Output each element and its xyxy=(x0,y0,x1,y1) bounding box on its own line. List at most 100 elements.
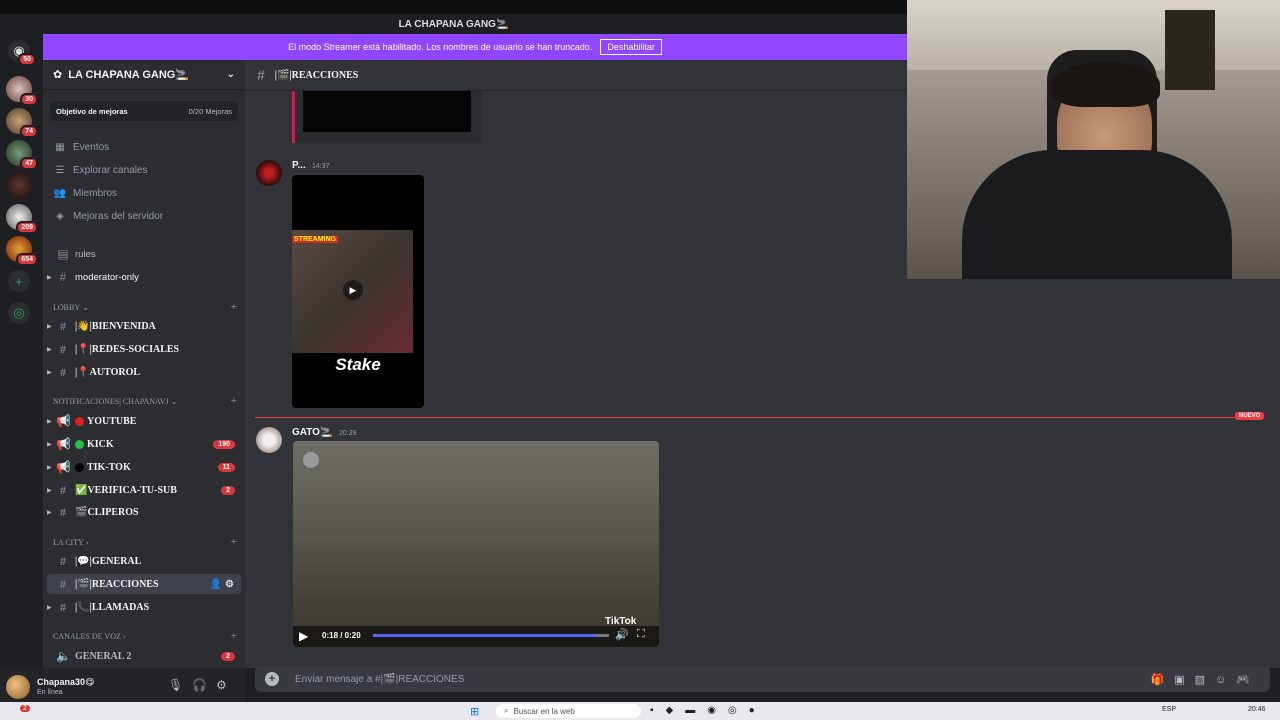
message-composer[interactable]: + Enviar mensaje a #|🎬|REACCIONES 🎁▣▧☺🎮 xyxy=(255,666,1270,692)
boost-label: Objetivo de mejoras xyxy=(56,106,128,116)
webcam-overlay xyxy=(907,0,1280,279)
message-time: 20:39 xyxy=(339,430,357,437)
mention-badge: 190 xyxy=(213,439,235,449)
explore-compass-icon[interactable]: ◎ xyxy=(8,302,30,324)
channel-label: 🎬CLIPEROS xyxy=(75,506,139,518)
channel-label: moderator-only xyxy=(75,271,139,283)
channel-label: TIK-TOK xyxy=(87,461,131,473)
language-indicator[interactable]: ESP xyxy=(1162,706,1176,713)
category-label: NOTIFICACIONES| CHAPANAVJ xyxy=(53,396,169,406)
hash-icon: # xyxy=(60,576,66,591)
gear-icon[interactable]: ⚙ xyxy=(216,678,227,692)
calendar-icon: ▦ xyxy=(55,141,65,153)
hash-icon: # xyxy=(60,482,66,497)
server-icon-1[interactable]: 30 xyxy=(6,76,38,106)
red-circle-icon xyxy=(75,416,84,426)
taskbar-app-icons[interactable]: ▪◆▬◉◎● xyxy=(650,705,767,716)
avatar[interactable] xyxy=(6,675,30,699)
channel-general[interactable]: # |💬|GENERAL xyxy=(47,551,241,571)
video-brand: Stake xyxy=(335,355,381,374)
add-channel-icon[interactable]: + xyxy=(231,536,237,548)
streamer-mode-text: El modo Streamer está habilitado. Los no… xyxy=(288,42,593,52)
window-title-text: LA CHAPANA GANG🚬 xyxy=(398,18,509,30)
hash-icon: # xyxy=(60,364,66,379)
video-progress-bar[interactable] xyxy=(373,634,609,637)
category-la-city[interactable]: LA CITY › + xyxy=(53,535,237,549)
message-author[interactable]: P... xyxy=(292,160,306,171)
composer-placeholder: Enviar mensaje a #|🎬|REACCIONES xyxy=(295,673,465,685)
mention-badge: 2 xyxy=(221,651,235,661)
menu-explore[interactable]: ☰ Explorar canales xyxy=(53,160,239,180)
channel-verifica-tu-sub[interactable]: ▶ # ✅VERIFICA-TU-SUB 2 xyxy=(47,480,241,500)
category-notificaciones[interactable]: NOTIFICACIONES| CHAPANAVJ ⌄ + xyxy=(53,394,237,408)
window-title: LA CHAPANA GANG🚬 xyxy=(0,14,907,34)
channel-settings-icons[interactable]: 👤⚙ xyxy=(210,579,237,590)
embed-video-thumb[interactable] xyxy=(303,91,471,132)
taskbar-clock[interactable]: 20:46 xyxy=(1248,706,1266,713)
server-icon-3[interactable]: 47 xyxy=(6,140,38,170)
taskbar-search[interactable]: ⌕ Buscar en la web xyxy=(496,704,641,718)
fullscreen-icon[interactable]: ⛶ xyxy=(637,628,645,641)
avatar[interactable] xyxy=(256,160,282,186)
add-attachment-icon[interactable]: + xyxy=(265,672,279,686)
server-icon-6[interactable]: 654 xyxy=(6,236,38,266)
volume-icon[interactable]: 🔊 xyxy=(615,628,629,641)
message-author[interactable]: GATO🚬 xyxy=(292,427,332,438)
menu-events[interactable]: ▦ Eventos xyxy=(53,137,239,157)
add-server-icon[interactable]: + xyxy=(8,270,30,292)
channel-label: |💬|GENERAL xyxy=(75,555,142,567)
channel-llamadas[interactable]: ▶ # |📞|LLAMADAS xyxy=(47,597,241,617)
category-lobby[interactable]: LOBBY ⌄ + xyxy=(53,300,237,314)
composer-tools-icons[interactable]: 🎁▣▧☺🎮 xyxy=(1151,673,1260,686)
channel-moderator-only[interactable]: ▶ # moderator-only xyxy=(47,267,241,287)
channel-kick[interactable]: ▶ 📢 KICK 190 xyxy=(47,434,241,454)
voice-channel-general-2[interactable]: 🔈 GENERAL 2 2 xyxy=(47,646,241,666)
speaker-icon: 🔈 xyxy=(56,648,71,663)
channel-youtube[interactable]: ▶ 📢 YOUTUBE xyxy=(47,411,241,431)
channel-bienvenida[interactable]: ▶ # |👋|BIENVENIDA xyxy=(47,316,241,336)
new-messages-divider xyxy=(255,417,1255,418)
add-channel-icon[interactable]: + xyxy=(231,395,237,407)
menu-boosts[interactable]: ◈ Mejoras del servidor xyxy=(53,206,239,226)
server-icon-4[interactable] xyxy=(6,172,32,198)
channel-redes-sociales[interactable]: ▶ # |📍|REDES-SOCIALES xyxy=(47,339,241,359)
list-icon: ☰ xyxy=(55,164,65,176)
server-badge: 30 xyxy=(20,93,38,106)
add-channel-icon[interactable]: + xyxy=(231,301,237,313)
user-status: En línea xyxy=(37,689,63,696)
disable-streamer-button[interactable]: Deshabilitar xyxy=(600,39,662,55)
menu-members[interactable]: 👥 Miembros xyxy=(53,183,239,203)
channel-autorol[interactable]: ▶ # |📍AUTOROL xyxy=(47,362,241,382)
megaphone-icon: 📢 xyxy=(56,459,71,474)
play-icon[interactable]: ▶ xyxy=(299,629,308,643)
channel-tiktok[interactable]: ▶ 📢 TIK-TOK 11 xyxy=(47,457,241,477)
headphones-icon[interactable]: 🎧 xyxy=(192,678,207,692)
server-icon-5[interactable]: 209 xyxy=(6,204,38,234)
channel-label: |🎬|REACCIONES xyxy=(75,578,159,590)
channel-clipperos[interactable]: ▶ # 🎬CLIPEROS xyxy=(47,502,241,522)
video-embed-1[interactable]: STREAMING ▶ Stake xyxy=(292,175,424,408)
hash-icon: # xyxy=(60,599,66,614)
server-badge: 209 xyxy=(16,221,38,234)
discord-home-icon[interactable]: ◉ 50 xyxy=(8,40,36,66)
taskbar-search-label: Buscar en la web xyxy=(513,706,575,716)
avatar[interactable] xyxy=(256,427,282,453)
user-panel: Chapana30😋 En línea 🎙 🎧 ⚙ xyxy=(0,668,245,702)
channel-reacciones[interactable]: # |🎬|REACCIONES 👤⚙ xyxy=(47,574,241,594)
user-name: Chapana30😋 xyxy=(37,677,95,687)
play-icon[interactable]: ▶ xyxy=(343,280,363,300)
video-frame: STREAMING ▶ xyxy=(292,230,413,353)
server-header[interactable]: ✿ LA CHAPANA GANG🚬 ⌄ xyxy=(43,60,245,90)
channel-rules[interactable]: ▤ rules xyxy=(47,244,241,264)
hash-icon: # xyxy=(60,504,66,519)
windows-start-icon[interactable]: ⊞ xyxy=(470,705,479,718)
rules-icon: ▤ xyxy=(57,247,69,261)
category-canales-de-voz[interactable]: CANALES DE VOZ › + xyxy=(53,629,237,643)
channel-label: KICK xyxy=(87,438,114,450)
boost-goal[interactable]: Objetivo de mejoras 0/20 Mejoras xyxy=(50,101,238,121)
add-channel-icon[interactable]: + xyxy=(231,630,237,642)
microphone-icon[interactable]: 🎙 xyxy=(168,678,183,692)
video-embed-2[interactable]: TikTok ▶ 0:18 / 0:20 🔊 ⛶ xyxy=(293,441,659,647)
server-badge: 47 xyxy=(20,157,38,170)
server-icon-2[interactable]: 74 xyxy=(6,108,38,138)
